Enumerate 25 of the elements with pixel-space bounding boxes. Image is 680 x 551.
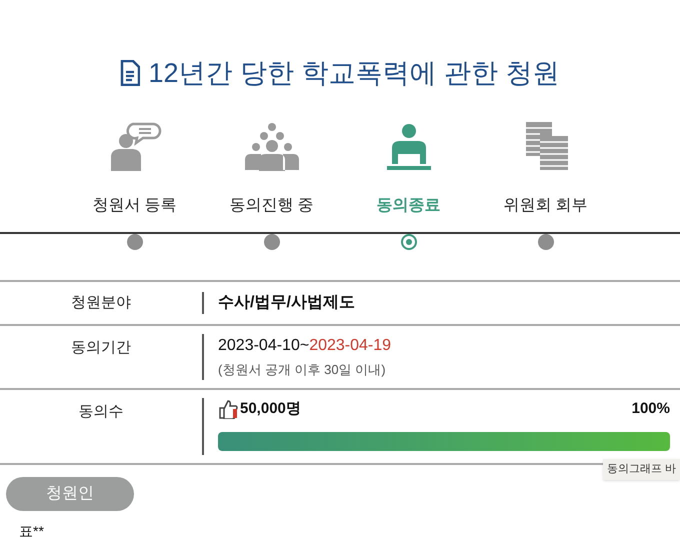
row-label: 청원분야 (71, 292, 131, 313)
row-label: 동의기간 (71, 338, 131, 358)
period-end: 2023-04-19 (309, 337, 392, 354)
petitioner-name: 표** (19, 522, 45, 541)
step-marker (400, 234, 416, 250)
podium-speaker-icon (386, 122, 432, 172)
period-note: (청원서 공개 이후 30일 이내) (218, 361, 387, 379)
crowd-icon (242, 122, 300, 172)
page-title: 12년간 당한 학교폭력에 관한 청원 (148, 60, 560, 86)
percent-value: 100% (632, 398, 670, 418)
period-start: 2023-04-10~ (218, 337, 310, 354)
tooltip: 동의그래프 바 (602, 459, 680, 480)
row-label: 동의수 (78, 402, 124, 422)
document-icon (120, 60, 140, 86)
step-label: 위원회 회부 (503, 196, 588, 216)
step-marker (538, 234, 554, 250)
step-label: 동의진행 중 (229, 196, 314, 216)
field-value: 수사/법무/사법제도 (218, 294, 355, 311)
signature-count: 50,000명 (240, 398, 301, 418)
step-marker (264, 234, 280, 250)
thumbs-up-icon (218, 398, 238, 419)
petitioner-button[interactable]: 청원인 (6, 477, 134, 511)
step-label: 청원서 등록 (92, 196, 177, 216)
step-label: 동의종료 (376, 196, 440, 216)
step-marker (126, 234, 142, 250)
